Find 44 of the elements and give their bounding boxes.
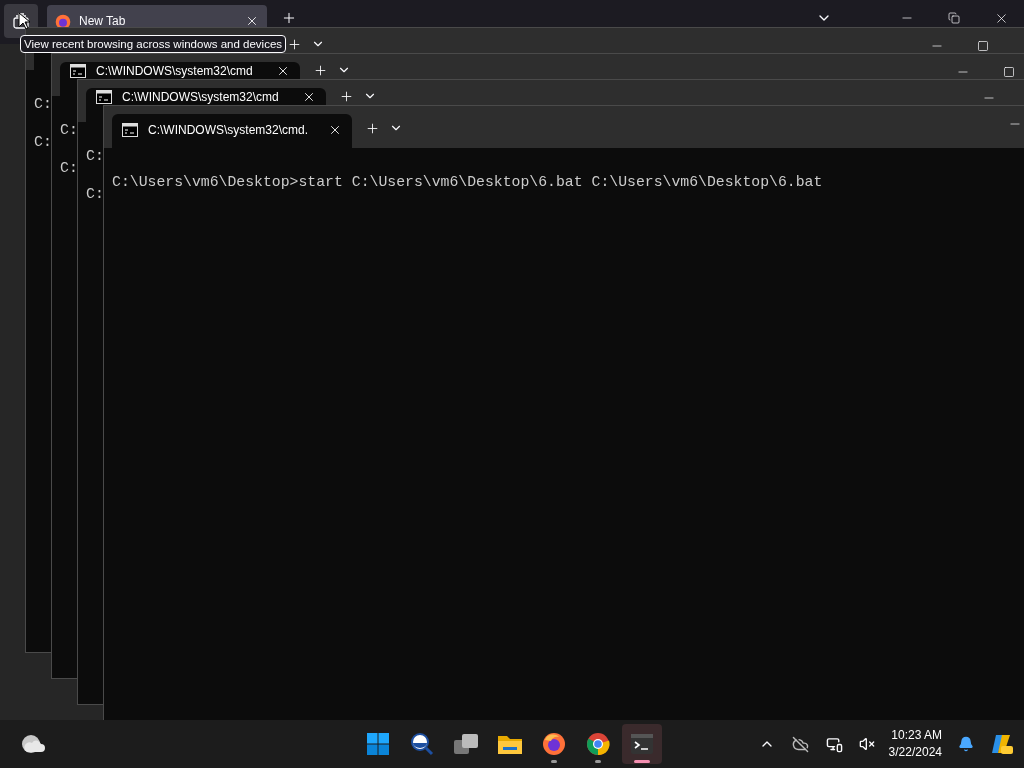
plus-icon — [286, 36, 302, 52]
bell-icon — [958, 736, 974, 752]
windows-stack-icon — [13, 13, 29, 29]
maximize-button[interactable] — [975, 38, 991, 54]
terminal-line: C: — [86, 147, 104, 166]
terminal-tab[interactable]: C:\WINDOWS\system32\cmd. — [112, 114, 352, 148]
new-tab-button[interactable] — [338, 88, 354, 104]
plus-icon — [281, 10, 297, 26]
tooltip: View recent browsing across windows and devices — [20, 35, 287, 53]
plus-icon — [338, 88, 354, 104]
monitor-icon — [826, 735, 844, 753]
cloud-off-icon — [792, 735, 810, 753]
new-tab-button[interactable] — [364, 120, 380, 136]
terminal-line: C:\Users\vm6\Desktop>start C:\Users\vm6\Desktop\6.bat C:\Users\vm6\Desktop\6.bat — [112, 173, 823, 192]
terminal-line: C: — [86, 185, 104, 204]
new-tab-button[interactable] — [286, 36, 302, 52]
terminal-line: C: — [60, 121, 78, 140]
maximize-icon — [977, 40, 989, 52]
maximize-icon — [1003, 66, 1015, 78]
close-icon[interactable] — [245, 14, 259, 28]
terminal-icon — [630, 733, 654, 755]
speaker-muted-icon — [858, 736, 875, 752]
search-icon — [410, 732, 434, 756]
plus-icon — [312, 62, 328, 78]
cloud-icon — [19, 733, 45, 755]
taskbar-app-button[interactable] — [622, 724, 662, 764]
folder-icon — [497, 733, 523, 755]
clock-button[interactable]: 10:23 AM 3/22/2024 — [884, 727, 946, 761]
terminal-line: C: — [34, 133, 52, 152]
task-view-icon — [453, 733, 479, 755]
maximize-button[interactable] — [1001, 64, 1017, 80]
windows-logo-icon — [366, 732, 390, 756]
close-icon[interactable] — [276, 64, 290, 78]
firefox-icon — [542, 732, 566, 756]
terminal-line: C: — [60, 159, 78, 178]
close-icon[interactable] — [328, 123, 342, 137]
terminal-line: C: — [34, 95, 52, 114]
close-icon[interactable] — [302, 90, 316, 104]
new-tab-button[interactable] — [281, 10, 297, 26]
new-tab-button[interactable] — [312, 62, 328, 78]
console-window-icon — [122, 123, 138, 137]
restore-icon — [948, 12, 960, 24]
chrome-icon — [586, 732, 610, 756]
plus-icon — [364, 120, 380, 136]
